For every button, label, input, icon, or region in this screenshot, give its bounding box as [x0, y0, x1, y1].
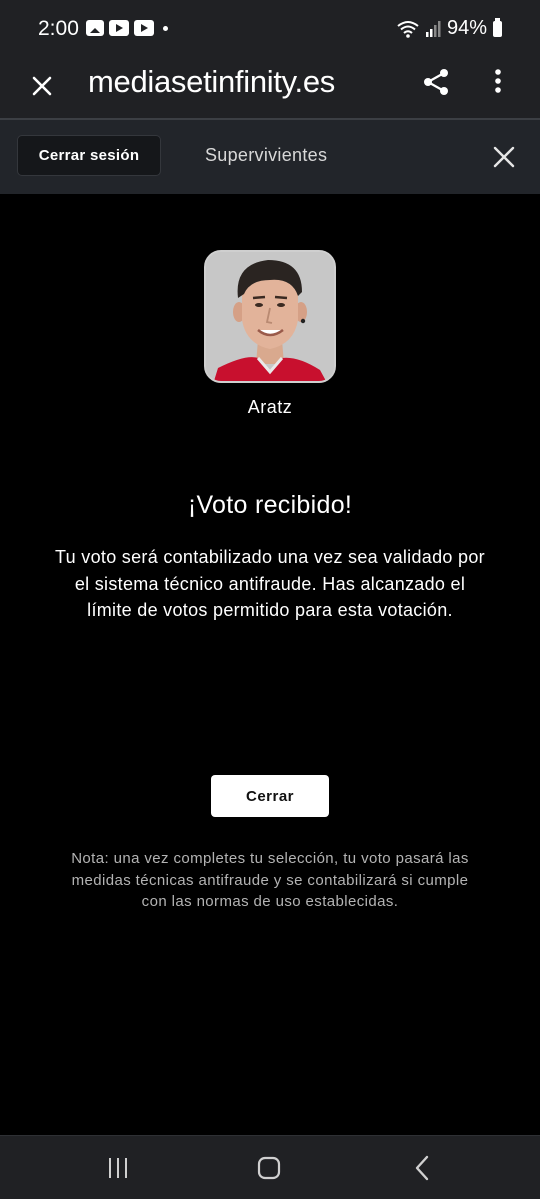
modal-title: Supervivientes: [205, 145, 328, 165]
back-icon[interactable]: [410, 1154, 434, 1182]
candidate-name: Aratz: [247, 397, 293, 417]
android-nav-bar: [0, 1135, 540, 1199]
close-icon[interactable]: [24, 68, 60, 104]
dot-icon: [163, 25, 168, 31]
close-button[interactable]: Cerrar: [211, 775, 329, 817]
url-bar[interactable]: mediasetinfinity.es: [88, 64, 388, 100]
status-bar: 2:00 94%: [0, 0, 540, 60]
close-icon[interactable]: [488, 141, 520, 173]
battery-level: 94%: [446, 17, 487, 39]
vote-confirmation-title: ¡Voto recibido!: [187, 491, 353, 519]
youtube-icon: [134, 20, 154, 36]
logout-button[interactable]: Cerrar sesión: [17, 135, 161, 176]
browser-toolbar: mediasetinfinity.es: [0, 60, 540, 118]
modal-header: Cerrar sesión Supervivientes: [0, 120, 540, 194]
system-icons: 94%: [397, 17, 502, 40]
vote-confirmation-message: Tu voto será contabilizado una vez sea v…: [55, 547, 485, 620]
share-icon[interactable]: [420, 66, 452, 98]
wifi-icon: [397, 20, 419, 38]
recent-apps-icon[interactable]: [103, 1156, 133, 1180]
candidate-avatar: [204, 250, 336, 383]
signal-icon: [425, 20, 441, 37]
notification-icons: [86, 20, 168, 36]
status-time: 2:00: [38, 17, 79, 40]
gallery-icon: [86, 20, 104, 36]
antifraud-note: Nota: una vez completes tu selección, tu…: [71, 850, 469, 910]
home-icon[interactable]: [257, 1156, 281, 1180]
more-vert-icon[interactable]: [484, 66, 512, 100]
battery-icon: [493, 17, 502, 37]
youtube-icon: [109, 20, 129, 36]
candidate-photo: [206, 252, 334, 381]
